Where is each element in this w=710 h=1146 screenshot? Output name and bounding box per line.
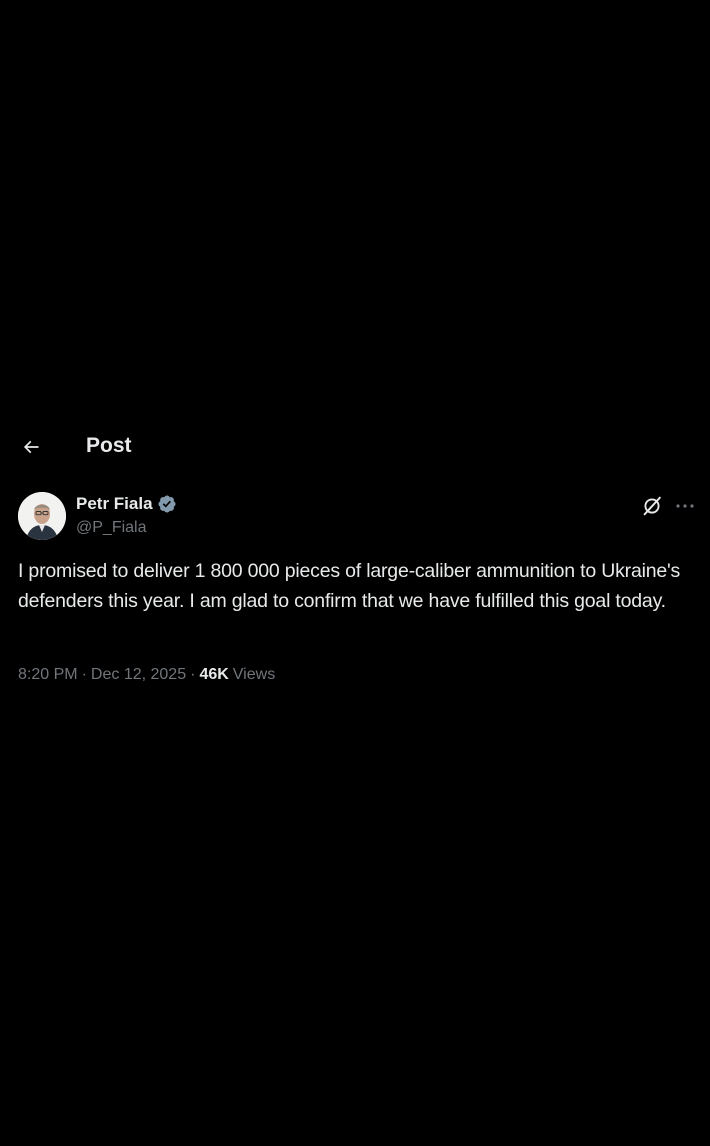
grok-icon bbox=[643, 496, 661, 516]
author-handle[interactable]: @P_Fiala bbox=[76, 519, 147, 537]
views-label: Views bbox=[232, 666, 276, 683]
more-options-button[interactable] bbox=[672, 494, 698, 518]
author-name-label: Petr Fiala bbox=[76, 494, 153, 513]
meta-separator: · bbox=[81, 666, 87, 683]
meta-separator: · bbox=[190, 666, 196, 683]
post-text: I promised to deliver 1 800 000 pieces o… bbox=[18, 560, 681, 612]
back-button[interactable] bbox=[14, 430, 48, 464]
verified-badge-icon bbox=[157, 494, 177, 514]
arrow-left-icon bbox=[23, 440, 39, 454]
more-options-icon bbox=[676, 504, 694, 508]
page-title: Post bbox=[86, 434, 132, 457]
avatar[interactable] bbox=[18, 492, 66, 540]
avatar-image bbox=[18, 492, 66, 540]
views-count[interactable]: 46K bbox=[199, 666, 228, 684]
post-time[interactable]: 8:20 PM bbox=[18, 666, 78, 684]
post-date[interactable]: Dec 12, 2025 bbox=[91, 666, 186, 684]
top-bar: Post bbox=[0, 426, 710, 468]
grok-button[interactable] bbox=[640, 494, 664, 518]
author-name[interactable]: Petr Fiala bbox=[76, 494, 177, 514]
post-meta: 8:20 PM · Dec 12, 2025 · 46K Views bbox=[18, 666, 275, 684]
